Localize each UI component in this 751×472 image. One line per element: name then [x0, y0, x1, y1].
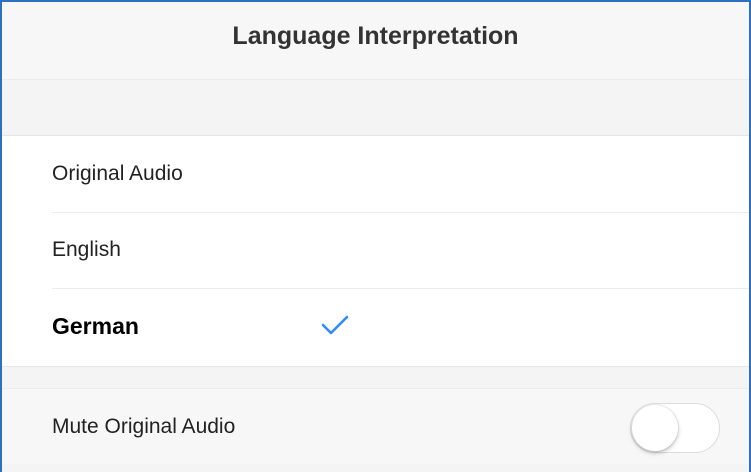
mute-original-audio-label: Mute Original Audio: [52, 414, 236, 438]
header: Language Interpretation: [2, 2, 749, 80]
option-label: Original Audio: [52, 162, 183, 185]
option-label: English: [52, 238, 121, 261]
language-options-list: Original Audio English German: [2, 136, 749, 364]
section-spacer: [2, 80, 749, 136]
option-original-audio[interactable]: Original Audio: [2, 136, 749, 212]
toggle-knob: [632, 405, 678, 451]
option-english[interactable]: English: [2, 212, 749, 288]
mute-original-audio-row: Mute Original Audio: [2, 388, 749, 464]
option-german[interactable]: German: [2, 288, 749, 364]
language-interpretation-panel: Language Interpretation Original Audio E…: [0, 0, 751, 472]
page-title: Language Interpretation: [232, 22, 519, 50]
section-spacer: [2, 366, 749, 388]
option-label: German: [52, 312, 139, 339]
checkmark-icon: [321, 315, 349, 335]
mute-original-audio-toggle[interactable]: [630, 403, 720, 453]
bottom-strip: [2, 464, 749, 472]
